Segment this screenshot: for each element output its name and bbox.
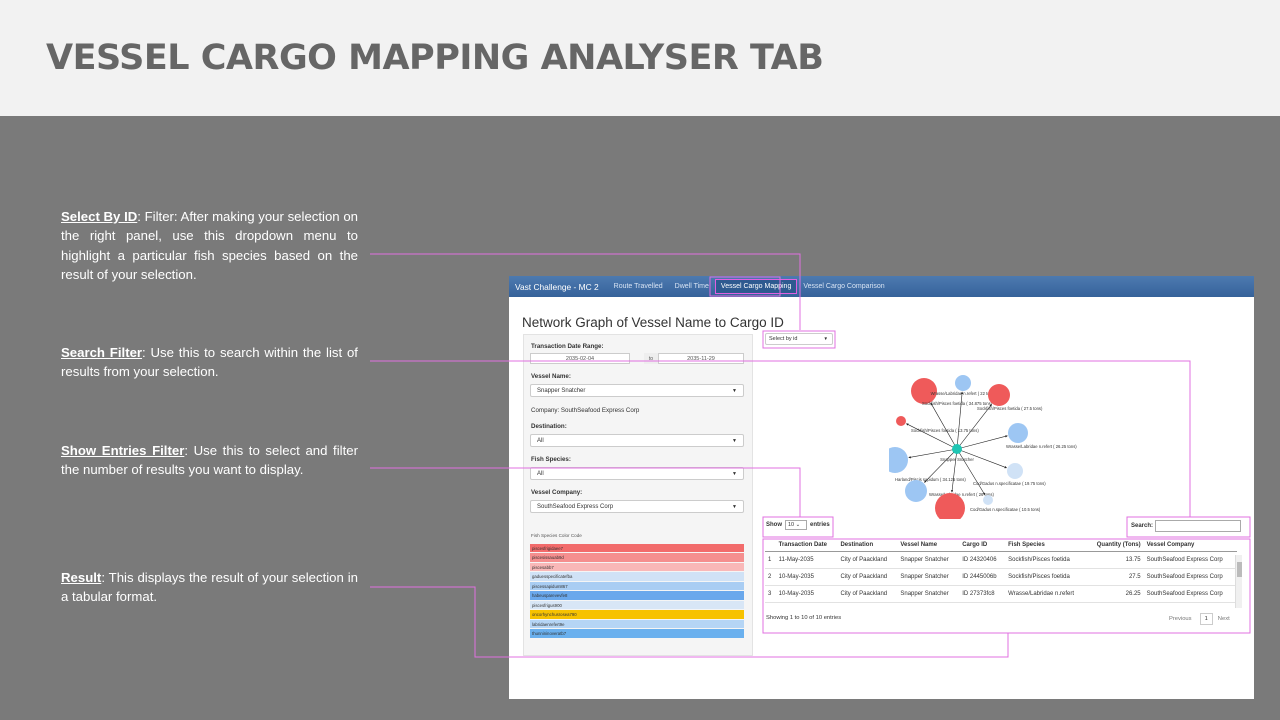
callout-select-by-id	[370, 253, 801, 330]
callout-result	[370, 586, 1009, 658]
callout-lines	[370, 253, 1251, 658]
callout-search-filter	[370, 360, 1191, 517]
highlight-search	[1126, 516, 1251, 538]
highlight-select-by-id	[762, 330, 836, 349]
callout-show-entries	[370, 467, 801, 517]
highlight-active-tab	[709, 276, 781, 297]
highlight-show-entries	[762, 516, 834, 538]
highlight-results-table	[762, 538, 1251, 634]
